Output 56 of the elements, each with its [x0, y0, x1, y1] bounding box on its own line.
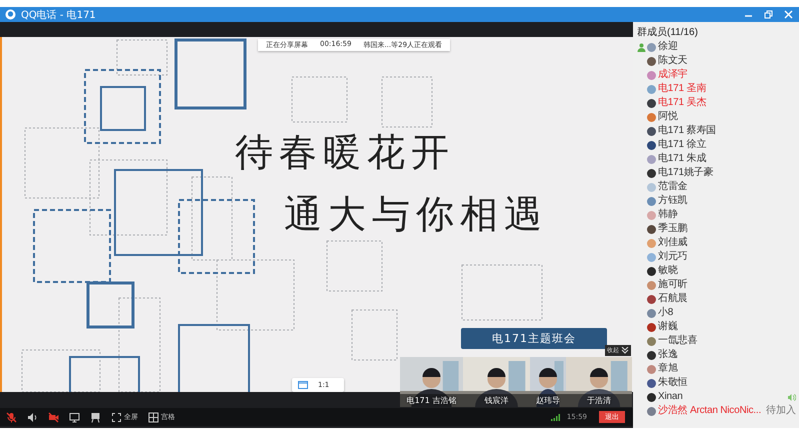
member-item[interactable]: 阿悦: [637, 110, 799, 124]
member-item[interactable]: 电171 蔡寿国: [637, 124, 799, 138]
signal-icon: [550, 414, 561, 420]
easel-icon[interactable]: [90, 412, 101, 422]
member-item[interactable]: 方钰凯: [637, 194, 799, 208]
member-item[interactable]: 刘佳威: [637, 236, 799, 250]
member-item[interactable]: 陈文天: [637, 54, 799, 68]
banner: 电171主题班会: [461, 328, 607, 349]
member-item[interactable]: 季玉鹏: [637, 222, 799, 236]
dashed-frame: [292, 76, 348, 122]
member-item[interactable]: 成泽宇: [637, 68, 799, 82]
member-item[interactable]: 施可昕: [637, 278, 799, 292]
window-icon: [298, 381, 308, 389]
chevron-icon: [621, 347, 629, 354]
member-item[interactable]: 电171 吴杰: [637, 96, 799, 110]
microphone-icon[interactable]: [6, 412, 17, 422]
frame: [69, 356, 140, 392]
frame: [178, 324, 250, 392]
member-item[interactable]: 刘元巧: [637, 250, 799, 264]
slide-heading: 通大与你相遇: [284, 194, 548, 236]
member-item[interactable]: 徐迎: [637, 40, 799, 54]
frame: [100, 86, 146, 131]
member-item[interactable]: 韩静: [637, 208, 799, 222]
member-item[interactable]: 电171 徐立: [637, 138, 799, 152]
member-count: 群成员(11/16): [637, 26, 699, 40]
dashed-frame: [382, 76, 432, 128]
dashed-frame: [326, 240, 382, 292]
grid-icon: [148, 412, 159, 422]
window-title: QQ电话 - 电171: [21, 8, 96, 22]
member-item[interactable]: 电171姚子豪: [637, 166, 799, 180]
member-item[interactable]: 沙浩然 Arctan NicoNic... 待加入: [637, 404, 799, 418]
member-item[interactable]: Xinan: [637, 390, 799, 404]
participant-name: 于浩清: [566, 394, 632, 407]
member-item[interactable]: 朱敬恒: [637, 376, 799, 390]
member-item[interactable]: 谢巍: [637, 320, 799, 334]
member-item[interactable]: 一氙悲喜: [637, 334, 799, 348]
monitor-icon[interactable]: [69, 412, 80, 422]
close-icon[interactable]: [784, 10, 793, 19]
speaker-icon[interactable]: [27, 412, 38, 422]
member-item[interactable]: 电171 朱成: [637, 152, 799, 166]
frame: [86, 282, 134, 328]
frame: [174, 38, 246, 110]
member-status: 待加入: [766, 405, 796, 417]
member-item[interactable]: 范雷金: [637, 180, 799, 194]
fullscreen-icon: [111, 412, 122, 422]
member-item[interactable]: 张逸: [637, 348, 799, 362]
member-item[interactable]: 电171 圣南: [637, 82, 799, 96]
participant-name: 电171 吉浩铭: [400, 394, 463, 407]
restore-icon[interactable]: [764, 10, 773, 19]
member-item[interactable]: 小8: [637, 306, 799, 320]
member-item[interactable]: 敏晓: [637, 264, 799, 278]
dashed-frame: [352, 310, 398, 360]
member-item[interactable]: 石航晨: [637, 292, 799, 306]
member-item[interactable]: 章旭: [637, 362, 799, 376]
camera-icon[interactable]: [48, 412, 59, 422]
slide-heading: 待春暖花开: [235, 132, 455, 174]
